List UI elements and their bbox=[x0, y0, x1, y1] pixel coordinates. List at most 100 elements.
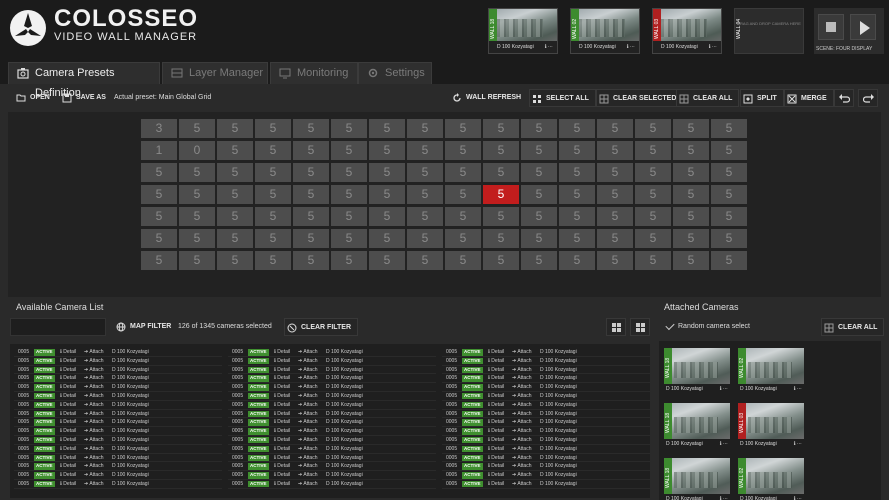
wall-cell[interactable]: 5 bbox=[711, 163, 747, 182]
undo-button[interactable] bbox=[834, 89, 854, 107]
table-row[interactable]: 0005 ACTIVE ℹ Detail ➔ Attach D 100 Kozyatag… bbox=[228, 427, 436, 436]
table-row[interactable]: 0005 ACTIVE ℹ Detail ➔ Attach D 100 Kozyatag… bbox=[14, 418, 222, 428]
attach-link[interactable]: ➔ Attach bbox=[84, 392, 104, 401]
attach-link[interactable]: ➔ Attach bbox=[298, 471, 318, 480]
tab-settings[interactable]: Settings bbox=[358, 62, 432, 84]
attach-link[interactable]: ➔ Attach bbox=[298, 427, 318, 436]
select-all-button[interactable]: SELECT ALL bbox=[529, 89, 596, 107]
attached-camera-tile[interactable]: WALL 18 D 100 Kozyatagi ℹ ⋯ bbox=[664, 458, 730, 500]
wall-cell[interactable]: 5 bbox=[521, 185, 557, 204]
wall-cell[interactable]: 5 bbox=[673, 163, 709, 182]
wall-cell[interactable]: 5 bbox=[369, 163, 405, 182]
detail-link[interactable]: ℹ Detail bbox=[488, 462, 504, 471]
attach-link[interactable]: ➔ Attach bbox=[84, 401, 104, 410]
table-row[interactable]: 0005 ACTIVE ℹ Detail ➔ Attach D 100 Kozyatag… bbox=[228, 366, 436, 375]
attach-link[interactable]: ➔ Attach bbox=[298, 357, 318, 366]
wall-cell[interactable]: 5 bbox=[217, 251, 253, 270]
table-row[interactable]: 0005 ACTIVE ℹ Detail ➔ Attach D 100 Kozyatag… bbox=[14, 366, 222, 375]
preview-camera-2[interactable]: WALL 02 D 100 Kozyatagi ℹ ⋯ bbox=[570, 8, 640, 54]
detail-link[interactable]: ℹ Detail bbox=[274, 401, 290, 410]
detail-link[interactable]: ℹ Detail bbox=[488, 392, 504, 401]
camera-search-input[interactable] bbox=[10, 318, 106, 336]
wall-cell[interactable]: 5 bbox=[217, 141, 253, 160]
wall-cell[interactable]: 5 bbox=[217, 119, 253, 138]
wall-cell[interactable]: 5 bbox=[293, 185, 329, 204]
attach-link[interactable]: ➔ Attach bbox=[298, 366, 318, 375]
detail-link[interactable]: ℹ Detail bbox=[274, 445, 290, 454]
preview-camera-1[interactable]: WALL 18 D 100 Kozyatagi ℹ ⋯ bbox=[488, 8, 558, 54]
attach-link[interactable]: ➔ Attach bbox=[298, 410, 318, 419]
table-row[interactable]: 0005 ACTIVE ℹ Detail ➔ Attach D 100 Kozyatag… bbox=[442, 427, 650, 436]
table-row[interactable]: 0005 ACTIVE ℹ Detail ➔ Attach D 100 Kozyatag… bbox=[14, 445, 222, 454]
clear-selected-button[interactable]: CLEAR SELECTED bbox=[596, 89, 684, 107]
random-camera-toggle[interactable]: Random camera select bbox=[664, 318, 750, 336]
attach-link[interactable]: ➔ Attach bbox=[84, 427, 104, 436]
detail-link[interactable]: ℹ Detail bbox=[60, 427, 76, 436]
table-row[interactable]: 0005 ACTIVE ℹ Detail ➔ Attach D 100 Kozyatag… bbox=[14, 383, 222, 392]
detail-link[interactable]: ℹ Detail bbox=[488, 383, 504, 392]
table-row[interactable]: 0005 ACTIVE ℹ Detail ➔ Attach D 100 Kozyatag… bbox=[14, 462, 222, 472]
open-button[interactable]: OPEN bbox=[14, 89, 50, 107]
attach-link[interactable]: ➔ Attach bbox=[512, 445, 532, 454]
table-row[interactable]: 0005 ACTIVE ℹ Detail ➔ Attach D 100 Kozyatag… bbox=[14, 410, 222, 419]
attach-link[interactable]: ➔ Attach bbox=[298, 480, 318, 489]
wall-cell[interactable]: 5 bbox=[407, 229, 443, 248]
attach-link[interactable]: ➔ Attach bbox=[84, 480, 104, 489]
attach-link[interactable]: ➔ Attach bbox=[512, 418, 532, 427]
preview-camera-3[interactable]: WALL 03 D 100 Kozyatagi ℹ ⋯ bbox=[652, 8, 722, 54]
attach-link[interactable]: ➔ Attach bbox=[298, 348, 318, 357]
attach-link[interactable]: ➔ Attach bbox=[298, 462, 318, 471]
detail-link[interactable]: ℹ Detail bbox=[488, 374, 504, 383]
wall-cell[interactable]: 5 bbox=[597, 251, 633, 270]
table-row[interactable]: 0005 ACTIVE ℹ Detail ➔ Attach D 100 Kozyatag… bbox=[14, 427, 222, 436]
table-row[interactable]: 0005 ACTIVE ℹ Detail ➔ Attach D 100 Kozyatag… bbox=[14, 471, 222, 480]
wall-cell[interactable]: 5 bbox=[255, 185, 291, 204]
attached-clear-all-button[interactable]: CLEAR ALL bbox=[821, 318, 885, 336]
wall-cell[interactable]: 5 bbox=[179, 207, 215, 226]
detail-link[interactable]: ℹ Detail bbox=[60, 366, 76, 375]
wall-cell[interactable]: 5 bbox=[217, 185, 253, 204]
wall-cell[interactable]: 5 bbox=[407, 251, 443, 270]
table-row[interactable]: 0005 ACTIVE ℹ Detail ➔ Attach D 100 Kozyatag… bbox=[228, 410, 436, 419]
wall-cell[interactable]: 5 bbox=[255, 229, 291, 248]
wall-cell[interactable]: 5 bbox=[635, 207, 671, 226]
attach-link[interactable]: ➔ Attach bbox=[512, 427, 532, 436]
info-icon[interactable]: ℹ ⋯ bbox=[720, 439, 728, 449]
attach-link[interactable]: ➔ Attach bbox=[84, 454, 104, 463]
attach-link[interactable]: ➔ Attach bbox=[84, 374, 104, 383]
detail-link[interactable]: ℹ Detail bbox=[60, 374, 76, 383]
wall-cell[interactable]: 5 bbox=[635, 185, 671, 204]
wall-cell[interactable]: 5 bbox=[179, 229, 215, 248]
info-icon[interactable]: ℹ ⋯ bbox=[545, 41, 553, 53]
wall-cell[interactable]: 5 bbox=[483, 119, 519, 138]
detail-link[interactable]: ℹ Detail bbox=[274, 410, 290, 419]
info-icon[interactable]: ℹ ⋯ bbox=[794, 494, 802, 500]
wall-cell[interactable]: 5 bbox=[445, 251, 481, 270]
attached-camera-tile[interactable]: WALL 02 D 100 Kozyatagi ℹ ⋯ bbox=[738, 348, 804, 394]
detail-link[interactable]: ℹ Detail bbox=[488, 445, 504, 454]
detail-link[interactable]: ℹ Detail bbox=[488, 357, 504, 366]
play-button[interactable] bbox=[850, 14, 876, 40]
wall-cell[interactable]: 5 bbox=[635, 163, 671, 182]
wall-cell[interactable]: 5 bbox=[217, 207, 253, 226]
attach-link[interactable]: ➔ Attach bbox=[84, 348, 104, 357]
wall-cell[interactable]: 5 bbox=[179, 251, 215, 270]
clear-filter-button[interactable]: CLEAR FILTER bbox=[284, 318, 359, 336]
attach-link[interactable]: ➔ Attach bbox=[84, 418, 104, 427]
detail-link[interactable]: ℹ Detail bbox=[274, 462, 290, 471]
wall-cell[interactable]: 5 bbox=[521, 229, 557, 248]
wall-cell[interactable]: 5 bbox=[597, 141, 633, 160]
wall-cell[interactable]: 5 bbox=[331, 163, 367, 182]
wall-cell[interactable]: 5 bbox=[293, 207, 329, 226]
table-row[interactable]: 0005 ACTIVE ℹ Detail ➔ Attach D 100 Kozyatag… bbox=[442, 454, 650, 463]
table-row[interactable]: 0005 ACTIVE ℹ Detail ➔ Attach D 100 Kozyatag… bbox=[14, 401, 222, 410]
wall-cell[interactable]: 5 bbox=[293, 141, 329, 160]
table-row[interactable]: 0005 ACTIVE ℹ Detail ➔ Attach D 100 Kozyatag… bbox=[228, 392, 436, 401]
split-button[interactable]: SPLIT bbox=[740, 89, 784, 107]
wall-cell[interactable]: 5 bbox=[673, 229, 709, 248]
wall-cell[interactable]: 5 bbox=[407, 163, 443, 182]
wall-cell[interactable]: 5 bbox=[711, 207, 747, 226]
wall-cell[interactable]: 5 bbox=[483, 141, 519, 160]
table-row[interactable]: 0005 ACTIVE ℹ Detail ➔ Attach D 100 Kozyatag… bbox=[442, 383, 650, 392]
detail-link[interactable]: ℹ Detail bbox=[60, 410, 76, 419]
